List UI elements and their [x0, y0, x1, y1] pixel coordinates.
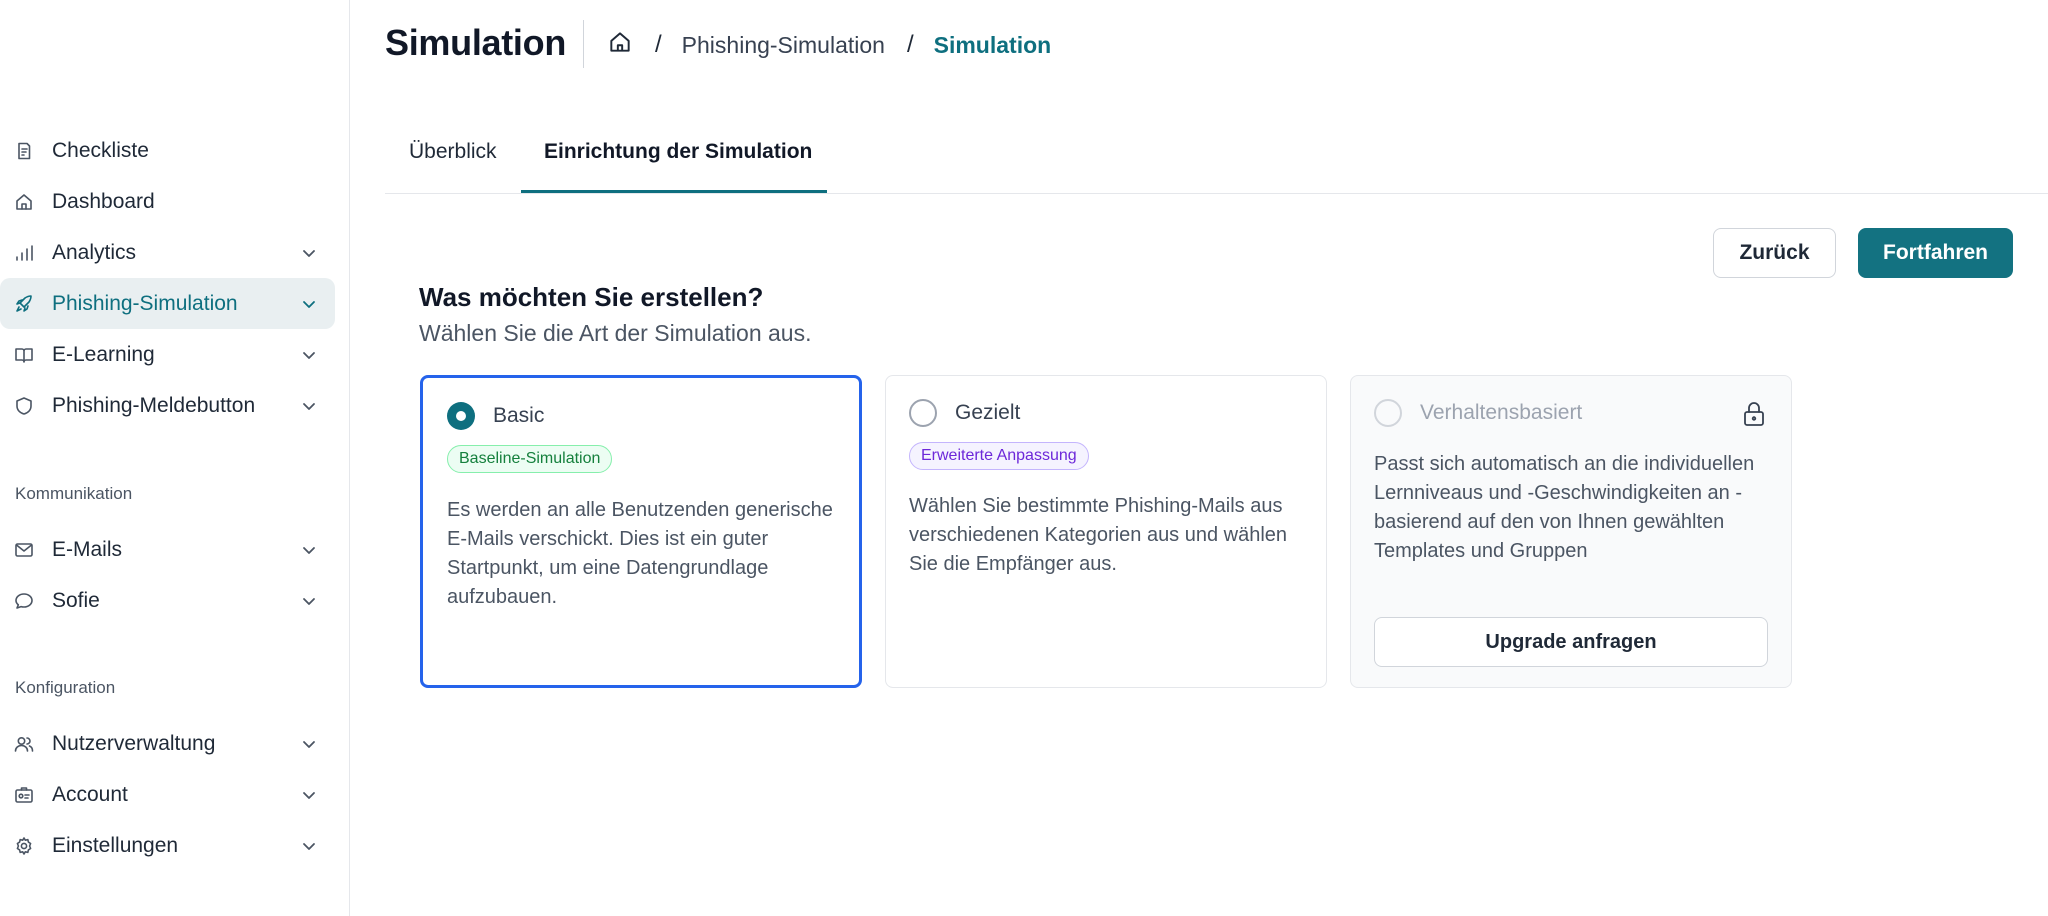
option-badge: Baseline-Simulation — [447, 445, 613, 473]
option-card-basic[interactable]: Basic Baseline-Simulation Es werden an a… — [420, 375, 862, 688]
option-description: Es werden an alle Benutzenden generische… — [447, 499, 833, 608]
sidebar-item-label: Dashboard — [52, 189, 155, 213]
sidebar-item-label: Checkliste — [52, 138, 149, 162]
tab-bar: Überblick Einrichtung der Simulation — [385, 120, 2048, 194]
active-tab-indicator — [521, 190, 827, 193]
sidebar-item-e-learning[interactable]: E-Learning — [0, 329, 335, 380]
upgrade-request-button[interactable]: Upgrade anfragen — [1374, 617, 1768, 667]
section-title: Was möchten Sie erstellen? — [419, 282, 764, 312]
sidebar: Checkliste Dashboard Analytics Phishing-… — [0, 0, 350, 916]
home-icon — [14, 192, 34, 212]
option-title: Basic — [493, 404, 545, 427]
sidebar-item-label: E-Mails — [52, 537, 123, 561]
home-icon[interactable] — [607, 29, 633, 61]
breadcrumb-phishing-simulation[interactable]: Phishing-Simulation — [682, 32, 885, 59]
sidebar-item-label: Sofie — [52, 588, 100, 612]
sidebar-item-label: Einstellungen — [52, 833, 179, 857]
radio-basic[interactable] — [447, 402, 475, 430]
breadcrumb: / Phishing-Simulation / Simulation — [607, 30, 1051, 60]
sidebar-item-checkliste[interactable]: Checkliste — [0, 125, 335, 176]
option-title: Gezielt — [955, 401, 1021, 424]
tab-einrichtung[interactable]: Einrichtung der Simulation — [544, 140, 812, 164]
option-card-verhaltensbasiert: Verhaltensbasiert Passt sich automatisch… — [1350, 375, 1792, 688]
breadcrumb-separator: / — [906, 31, 914, 58]
chat-bubble-icon — [14, 591, 34, 611]
shield-icon — [14, 396, 34, 416]
header-divider — [583, 20, 584, 68]
sidebar-item-label: Account — [52, 782, 128, 806]
chevron-down-icon — [300, 837, 318, 855]
chevron-down-icon — [300, 786, 318, 804]
breadcrumb-separator: / — [655, 31, 662, 58]
chevron-down-icon — [300, 346, 318, 364]
breadcrumb-current: Simulation — [933, 31, 1052, 58]
chevron-down-icon — [300, 735, 318, 753]
mail-icon — [14, 540, 34, 560]
chevron-down-icon — [300, 397, 318, 415]
sidebar-item-analytics[interactable]: Analytics — [0, 227, 335, 278]
sidebar-item-label: Phishing-Meldebutton — [52, 393, 256, 417]
sidebar-item-nutzerverwaltung[interactable]: Nutzerverwaltung — [0, 718, 335, 769]
page-title: Simulation — [385, 22, 567, 63]
sidebar-item-label: Nutzerverwaltung — [52, 731, 216, 755]
option-description: Wählen Sie bestimmte Phishing-Mails aus … — [909, 495, 1288, 575]
sidebar-item-phishing-meldebutton[interactable]: Phishing-Meldebutton — [0, 380, 335, 431]
gear-icon — [14, 836, 34, 856]
option-description: Passt sich automatisch an die individuel… — [1374, 453, 1755, 562]
users-icon — [14, 734, 34, 754]
back-button[interactable]: Zurück — [1713, 228, 1836, 278]
sidebar-item-e-mails[interactable]: E-Mails — [0, 524, 335, 575]
book-icon — [14, 345, 34, 365]
rocket-icon — [14, 294, 34, 314]
chevron-down-icon — [300, 541, 318, 559]
sidebar-item-label: Phishing-Simulation — [52, 291, 238, 315]
lock-icon — [1741, 400, 1767, 428]
radio-verhaltensbasiert — [1374, 399, 1402, 427]
continue-button[interactable]: Fortfahren — [1858, 228, 2013, 278]
option-badge: Erweiterte Anpassung — [909, 442, 1089, 470]
chevron-down-icon — [300, 295, 318, 313]
option-title: Verhaltensbasiert — [1420, 401, 1583, 424]
sidebar-item-phishing-simulation[interactable]: Phishing-Simulation — [0, 278, 335, 329]
sidebar-item-einstellungen[interactable]: Einstellungen — [0, 820, 335, 871]
checklist-icon — [14, 141, 34, 161]
section-label-konfiguration: Konfiguration — [15, 678, 116, 697]
tab-ueberblick[interactable]: Überblick — [409, 140, 497, 164]
chevron-down-icon — [300, 592, 318, 610]
sidebar-item-label: Analytics — [52, 240, 137, 264]
id-card-icon — [14, 785, 34, 805]
bar-chart-icon — [14, 243, 34, 263]
sidebar-item-account[interactable]: Account — [0, 769, 335, 820]
chevron-down-icon — [300, 244, 318, 262]
sidebar-item-dashboard[interactable]: Dashboard — [0, 176, 335, 227]
section-label-kommunikation: Kommunikation — [15, 484, 133, 503]
sidebar-item-sofie[interactable]: Sofie — [0, 575, 335, 626]
section-subtitle: Wählen Sie die Art der Simulation aus. — [419, 320, 812, 346]
radio-gezielt[interactable] — [909, 399, 937, 427]
sidebar-item-label: E-Learning — [52, 342, 155, 366]
option-card-gezielt[interactable]: Gezielt Erweiterte Anpassung Wählen Sie … — [885, 375, 1327, 688]
